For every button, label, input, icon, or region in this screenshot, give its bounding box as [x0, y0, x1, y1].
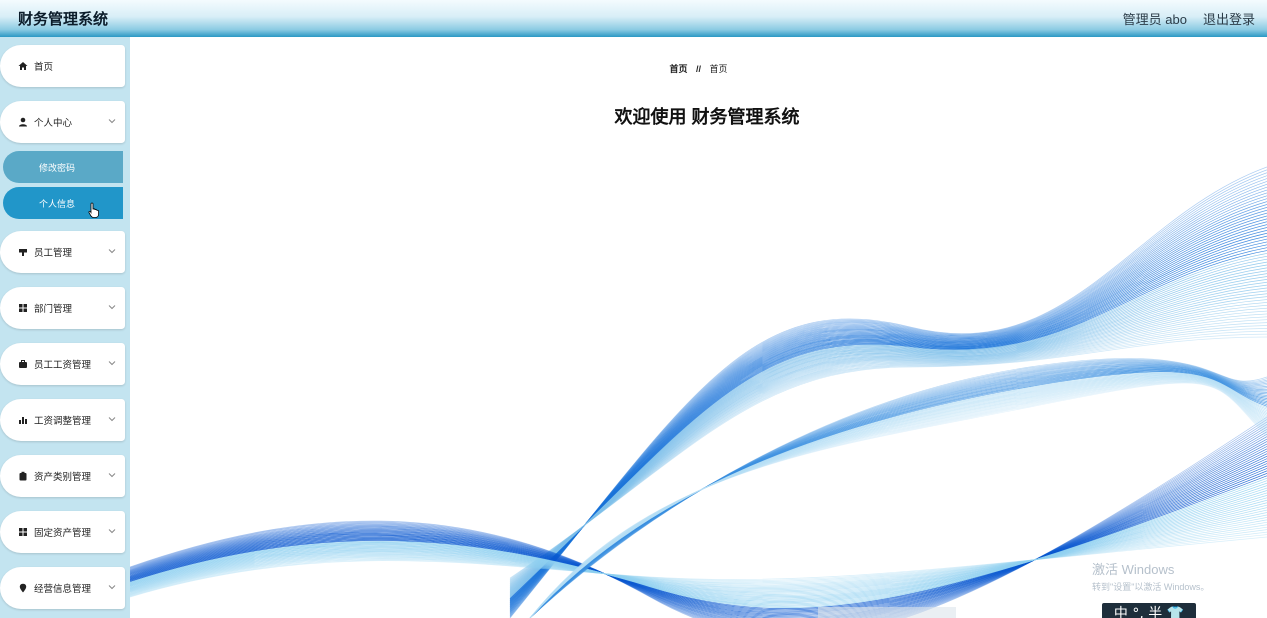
current-user-label: 管理员 abo	[1122, 12, 1187, 27]
breadcrumb-separator: //	[695, 64, 701, 74]
sidebar-item-department[interactable]: 部门管理	[0, 287, 125, 329]
chevron-down-icon	[107, 582, 117, 592]
hand-cursor-icon	[88, 202, 99, 218]
top-header: 财务管理系统 管理员 abo 退出登录	[0, 0, 1267, 37]
app-title: 财务管理系统	[18, 11, 109, 28]
sidebar-item-label: 个人中心	[34, 118, 73, 129]
main-content: 首页 // 首页 欢迎使用 财务管理系统 激活 Windows 转到"设置"以激…	[130, 37, 1267, 618]
sidebar-item-label: 经营信息管理	[34, 584, 92, 595]
sidebar-item-personal-center[interactable]: 个人中心	[0, 101, 125, 143]
chevron-down-icon	[107, 116, 117, 126]
chevron-down-icon	[107, 302, 117, 312]
chevron-down-icon	[107, 246, 117, 256]
badge-icon	[18, 247, 28, 257]
briefcase-icon	[18, 359, 28, 369]
activation-hint: 转到"设置"以激活 Windows。	[1092, 582, 1210, 592]
chevron-down-icon	[107, 526, 117, 536]
sidebar-item-salary[interactable]: 员工工资管理	[0, 343, 125, 385]
sidebar-item-label: 工资调整管理	[34, 416, 92, 427]
sidebar-item-employee[interactable]: 员工管理	[0, 231, 125, 273]
sidebar-item-label: 首页	[34, 62, 54, 73]
sidebar-item-label: 员工工资管理	[34, 360, 92, 371]
breadcrumb-current: 首页	[709, 64, 728, 74]
sidebar-item-label: 员工管理	[34, 248, 73, 259]
windows-activation-watermark: 激活 Windows 转到"设置"以激活 Windows。	[1092, 559, 1209, 593]
grid-icon	[18, 303, 28, 313]
faded-toolbar	[818, 607, 956, 618]
welcome-heading: 欢迎使用 财务管理系统	[614, 107, 800, 127]
bar-chart-icon	[18, 415, 28, 425]
sidebar: 首页 个人中心 修改密码 个人信息 员工管理 部门管理 员工工资管理 工资调整管…	[0, 37, 130, 618]
sidebar-item-salary-adjust[interactable]: 工资调整管理	[0, 399, 125, 441]
sidebar-item-asset-category[interactable]: 资产类别管理	[0, 455, 125, 497]
grid-icon	[18, 527, 28, 537]
ime-toolbar[interactable]: 中 °, 半 👕	[1102, 603, 1196, 618]
clipboard-icon	[18, 471, 28, 481]
activation-title: 激活 Windows	[1092, 562, 1175, 577]
chevron-down-icon	[107, 414, 117, 424]
logout-link[interactable]: 退出登录	[1203, 9, 1255, 28]
submenu-item-change-password[interactable]: 修改密码	[3, 151, 123, 183]
chevron-down-icon	[107, 358, 117, 368]
submenu-item-personal-info[interactable]: 个人信息	[3, 187, 123, 219]
user-area: 管理员 abo 退出登录	[1107, 9, 1267, 28]
sidebar-item-label: 部门管理	[34, 304, 73, 315]
sidebar-item-home[interactable]: 首页	[0, 45, 125, 87]
breadcrumb: 首页 // 首页	[130, 62, 1267, 75]
chevron-down-icon	[107, 470, 117, 480]
sidebar-item-fixed-assets[interactable]: 固定资产管理	[0, 511, 125, 553]
sidebar-item-label: 固定资产管理	[34, 528, 92, 539]
location-pin-icon	[18, 583, 28, 593]
sidebar-item-label: 资产类别管理	[34, 472, 92, 483]
sidebar-item-business-info[interactable]: 经营信息管理	[0, 567, 125, 609]
user-icon	[18, 117, 28, 127]
home-icon	[18, 61, 28, 71]
breadcrumb-home[interactable]: 首页	[669, 64, 687, 74]
